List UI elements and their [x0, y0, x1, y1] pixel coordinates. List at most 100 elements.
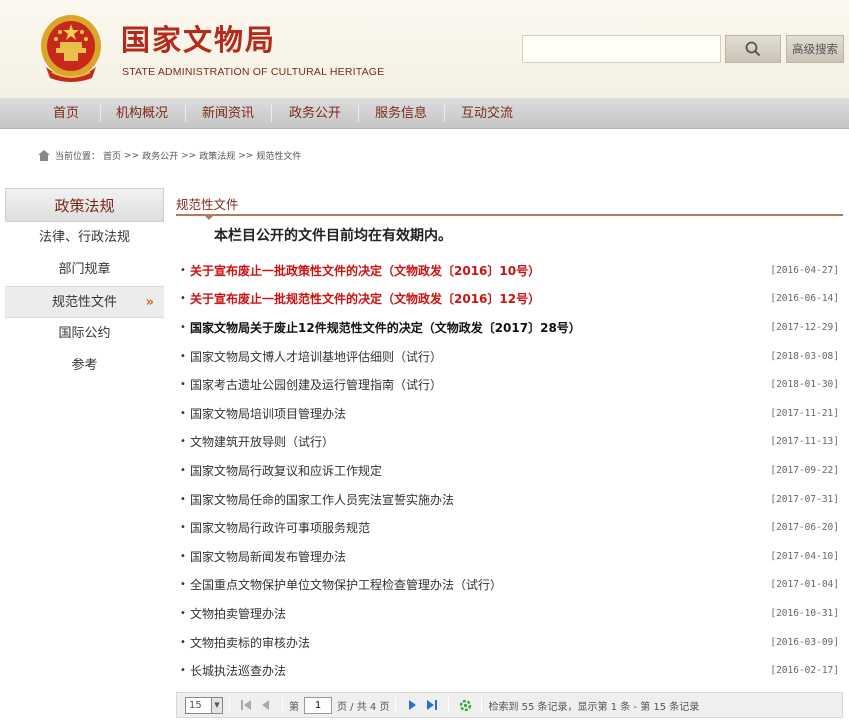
- breadcrumb-home[interactable]: 首页: [103, 149, 121, 162]
- next-page-icon: [409, 700, 417, 710]
- main-nav: 首页 机构概况 新闻资讯 政务公开 服务信息 互动交流: [0, 98, 849, 129]
- sidebar-title: 政策法规: [5, 188, 164, 222]
- nav-item-about[interactable]: 机构概况: [116, 98, 168, 129]
- document-date: [2016-10-31]: [770, 607, 839, 619]
- nav-separator: [444, 105, 445, 122]
- breadcrumb-policy[interactable]: 政策法规: [199, 149, 235, 162]
- sidebar-item-label: 部门规章: [58, 262, 111, 277]
- breadcrumb-government[interactable]: 政务公开: [142, 149, 178, 162]
- bullet-icon: •: [180, 464, 186, 476]
- document-link[interactable]: 关于宣布废止一批政策性文件的决定（文物政发〔2016〕10号）: [190, 262, 540, 279]
- document-row: • 文物拍卖管理办法 [2016-10-31]: [176, 599, 843, 628]
- document-link[interactable]: 国家考古遗址公园创建及运行管理指南（试行）: [190, 376, 442, 393]
- document-date: [2017-07-31]: [770, 493, 839, 505]
- notice-text: 本栏目公开的文件目前均在有效期内。: [214, 228, 452, 244]
- bullet-icon: •: [180, 264, 186, 276]
- sidebar-item-label: 法律、行政法规: [38, 230, 130, 245]
- document-date: [2016-02-17]: [770, 665, 839, 677]
- document-link[interactable]: 国家文物局培训项目管理办法: [190, 405, 346, 422]
- document-date: [2018-01-30]: [770, 379, 839, 391]
- document-row: • 国家文物局行政许可事项服务规范 [2017-06-20]: [176, 513, 843, 542]
- national-emblem-icon: [41, 15, 101, 82]
- document-date: [2017-11-21]: [770, 407, 839, 419]
- document-link[interactable]: 文物建筑开放导则（试行）: [190, 433, 334, 450]
- document-link[interactable]: 国家文物局行政许可事项服务规范: [190, 519, 370, 536]
- last-page-button[interactable]: [424, 697, 440, 713]
- bullet-icon: •: [180, 665, 186, 677]
- document-date: [2016-06-14]: [770, 293, 839, 305]
- refresh-button[interactable]: [457, 697, 473, 713]
- bullet-icon: •: [180, 350, 186, 362]
- document-date: [2017-06-20]: [770, 522, 839, 534]
- bullet-icon: •: [180, 636, 186, 648]
- breadcrumb-current[interactable]: 规范性文件: [256, 149, 301, 162]
- document-date: [2016-04-27]: [770, 264, 839, 276]
- search-input[interactable]: [522, 35, 721, 63]
- nav-item-home[interactable]: 首页: [53, 98, 79, 129]
- breadcrumb-separator: >>: [124, 150, 140, 161]
- page-size-select[interactable]: 15 ▼: [185, 696, 223, 714]
- document-row: • 国家文物局文博人才培训基地评估细则（试行） [2018-03-08]: [176, 342, 843, 371]
- document-link[interactable]: 长城执法巡查办法: [190, 662, 286, 679]
- bullet-icon: •: [180, 293, 186, 305]
- document-link[interactable]: 全国重点文物保护单位文物保护工程检查管理办法（试行）: [190, 576, 502, 593]
- bullet-icon: •: [180, 379, 186, 391]
- nav-separator: [271, 105, 272, 122]
- document-link[interactable]: 国家文物局行政复议和应诉工作规定: [190, 462, 382, 479]
- bullet-icon: •: [180, 493, 186, 505]
- sidebar-item-reference[interactable]: 参考: [5, 350, 164, 382]
- page-number-input[interactable]: [304, 696, 332, 714]
- breadcrumb-separator: >>: [238, 150, 254, 161]
- document-link[interactable]: 国家文物局文博人才培训基地评估细则（试行）: [190, 348, 442, 365]
- sidebar: 政策法规 法律、行政法规 部门规章 规范性文件 » 国际公约 参考: [5, 188, 164, 382]
- document-row: • 国家考古遗址公园创建及运行管理指南（试行） [2018-01-30]: [176, 370, 843, 399]
- nav-separator: [185, 105, 186, 122]
- pager-separator: [481, 697, 483, 713]
- double-chevron-right-icon: »: [145, 295, 154, 310]
- nav-item-news[interactable]: 新闻资讯: [202, 98, 254, 129]
- nav-item-government[interactable]: 政务公开: [289, 98, 341, 129]
- pager-separator: [395, 697, 397, 713]
- sidebar-item-regulations[interactable]: 部门规章: [5, 254, 164, 286]
- document-link[interactable]: 关于宣布废止一批规范性文件的决定（文物政发〔2016〕12号）: [190, 290, 540, 307]
- document-row: • 文物建筑开放导则（试行） [2017-11-13]: [176, 428, 843, 457]
- site-subtitle: STATE ADMINISTRATION OF CULTURAL HERITAG…: [122, 66, 385, 78]
- first-page-button[interactable]: [238, 697, 254, 713]
- document-date: [2017-09-22]: [770, 464, 839, 476]
- document-row: • 全国重点文物保护单位文物保护工程检查管理办法（试行） [2017-01-04]: [176, 571, 843, 600]
- document-link[interactable]: 国家文物局关于废止12件规范性文件的决定（文物政发〔2017〕28号）: [190, 319, 581, 336]
- sidebar-item-conventions[interactable]: 国际公约: [5, 318, 164, 350]
- pagination-bar: 15 ▼ 第 页 / 共 4 页 检索到 55 条记录，显示第 1 条 -: [176, 692, 843, 718]
- bullet-icon: •: [180, 407, 186, 419]
- document-date: [2016-03-09]: [770, 636, 839, 648]
- document-link[interactable]: 国家文物局新闻发布管理办法: [190, 548, 346, 565]
- main-content: 规范性文件 本栏目公开的文件目前均在有效期内。 • 关于宣布废止一批政策性文件的决…: [176, 188, 843, 718]
- last-page-icon: [427, 700, 438, 710]
- document-link[interactable]: 文物拍卖管理办法: [190, 605, 286, 622]
- document-link[interactable]: 文物拍卖标的审核办法: [190, 634, 310, 651]
- sidebar-item-laws[interactable]: 法律、行政法规: [5, 222, 164, 254]
- document-date: [2017-01-04]: [770, 579, 839, 591]
- search-button[interactable]: [725, 35, 781, 63]
- nav-separator: [100, 105, 101, 122]
- nav-item-interaction[interactable]: 互动交流: [461, 98, 513, 129]
- breadcrumb: 当前位置： 首页 >> 政务公开 >> 政策法规 >> 规范性文件: [38, 149, 301, 162]
- sidebar-item-label: 规范性文件: [51, 295, 117, 310]
- document-row: • 国家文物局关于废止12件规范性文件的决定（文物政发〔2017〕28号） [201…: [176, 313, 843, 342]
- search-icon: [745, 41, 761, 57]
- document-row: • 关于宣布废止一批规范性文件的决定（文物政发〔2016〕12号） [2016-06…: [176, 285, 843, 314]
- sidebar-item-normative-documents[interactable]: 规范性文件 »: [5, 286, 164, 318]
- document-row: • 国家文物局行政复议和应诉工作规定 [2017-09-22]: [176, 456, 843, 485]
- next-page-button[interactable]: [404, 697, 420, 713]
- first-page-icon: [241, 700, 251, 710]
- prev-page-button[interactable]: [258, 697, 274, 713]
- record-summary: 检索到 55 条记录，显示第 1 条 - 第 15 条记录: [488, 701, 700, 713]
- bullet-icon: •: [180, 579, 186, 591]
- home-icon: [38, 150, 50, 161]
- advanced-search-button[interactable]: 高级搜索: [786, 35, 844, 63]
- nav-item-services[interactable]: 服务信息: [375, 98, 427, 129]
- bullet-icon: •: [180, 436, 186, 448]
- document-link[interactable]: 国家文物局任命的国家工作人员宪法宣誓实施办法: [190, 491, 454, 508]
- document-row: • 国家文物局任命的国家工作人员宪法宣誓实施办法 [2017-07-31]: [176, 485, 843, 514]
- document-row: • 文物拍卖标的审核办法 [2016-03-09]: [176, 628, 843, 657]
